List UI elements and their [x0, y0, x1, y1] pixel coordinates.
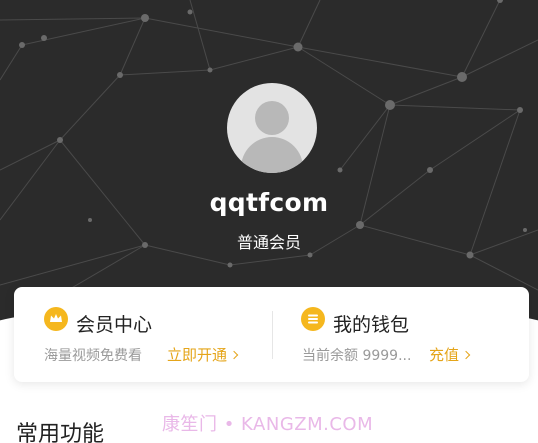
vip-center-panel[interactable]: 会员中心 海量视频免费看 立即开通 [14, 287, 272, 382]
activate-vip-link[interactable]: 立即开通 [167, 344, 239, 365]
avatar-head-icon [255, 101, 289, 135]
avatar-body-icon [241, 137, 303, 173]
vip-center-title: 会员中心 [76, 314, 153, 336]
wallet-title: 我的钱包 [333, 314, 410, 336]
activate-vip-label: 立即开通 [167, 346, 228, 364]
wallet-panel[interactable]: 我的钱包 当前余额 9999... 充值 [273, 287, 529, 382]
wallet-balance: 当前余额 9999... [302, 348, 412, 364]
section-title: 常用功能 [16, 422, 105, 443]
chevron-right-icon [461, 350, 471, 360]
recharge-label: 充值 [429, 346, 460, 364]
crown-icon [44, 307, 68, 331]
avatar[interactable] [227, 83, 317, 173]
watermark: 康笙门 • KANGZM.COM [162, 414, 374, 435]
recharge-link[interactable]: 充值 [429, 344, 471, 365]
vip-center-subtitle: 海量视频免费看 [44, 348, 142, 364]
username: qqtfcom [209, 188, 329, 217]
chevron-right-icon [229, 350, 239, 360]
account-card: 会员中心 海量视频免费看 立即开通 我的钱包 当前余额 9999... 充值 [14, 287, 529, 382]
member-level: 普通会员 [236, 233, 301, 252]
wallet-icon [301, 307, 325, 331]
